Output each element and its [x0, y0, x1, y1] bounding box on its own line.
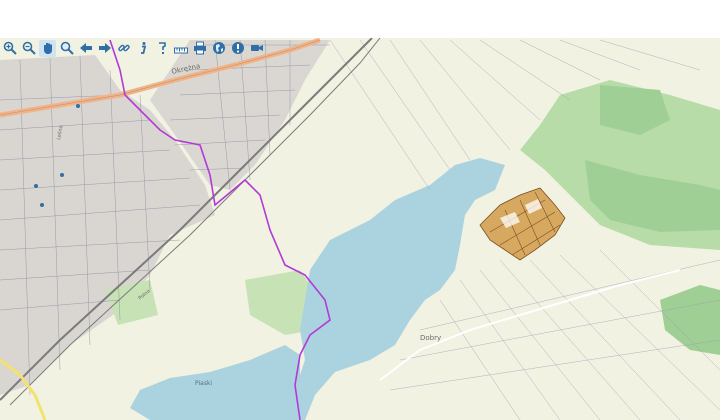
town-label: Dobry — [420, 334, 441, 342]
video-icon[interactable] — [248, 40, 265, 57]
query-icon[interactable] — [153, 40, 170, 57]
pond-label: Piaski — [195, 380, 212, 387]
forward-arrow-icon[interactable] — [96, 40, 113, 57]
back-arrow-icon[interactable] — [77, 40, 94, 57]
link-icon[interactable] — [115, 40, 132, 57]
poi-marker — [34, 184, 38, 188]
globe-icon[interactable] — [210, 40, 227, 57]
zoom-extent-icon[interactable] — [58, 40, 75, 57]
measure-icon[interactable] — [172, 40, 189, 57]
poi-marker — [40, 203, 44, 207]
map-view[interactable]: Okrężna Dobry Piaski Leśna Polna — [0, 38, 720, 420]
warning-icon[interactable] — [229, 40, 246, 57]
zoom-in-icon[interactable] — [1, 40, 18, 57]
zoom-out-icon[interactable] — [20, 40, 37, 57]
print-icon[interactable] — [191, 40, 208, 57]
poi-marker — [60, 173, 64, 177]
pan-hand-icon[interactable] — [39, 39, 56, 57]
map-toolbar — [0, 38, 265, 58]
info-icon[interactable] — [134, 40, 151, 57]
poi-marker — [76, 104, 80, 108]
